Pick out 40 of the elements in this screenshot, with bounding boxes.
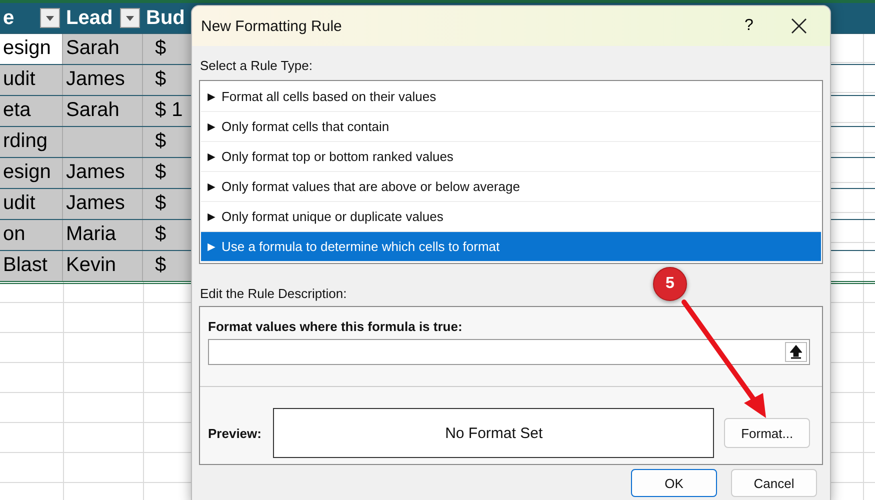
table-cell: eta [0,96,63,126]
table-cell: rding [0,127,63,157]
table-cell: Kevin [63,251,143,281]
dialog-button[interactable]: OK [631,469,717,497]
table-cell: Blast [0,251,63,281]
section-label: Edit the Rule Description: [200,286,348,301]
table-cell: James [63,158,143,188]
table-cell: udit [0,189,63,219]
table-cell: esign [0,158,63,188]
list-item[interactable]: ► Only format cells that contain [201,112,821,142]
table-cell: Sarah [63,34,143,64]
list-item[interactable]: ► Only format values that are above or below average [201,172,821,202]
dialog-button[interactable]: Cancel [731,469,817,497]
table-cell: udit [0,65,63,95]
column-header: Lead [66,6,113,30]
table-cell: Maria [63,220,143,250]
table-cell: James [63,65,143,95]
preview-label: Preview: [208,426,262,440]
upload-arrow-icon [790,345,802,359]
table-cell: Sarah [63,96,143,126]
table-cell: esign [0,34,63,64]
table-cell: James [63,189,143,219]
caret-icon [126,16,134,20]
list-item[interactable]: ► Use a formula to determine which cells to format [201,232,821,262]
column-header: e [3,6,14,30]
close-icon [791,18,807,34]
preview-text: No Format Set [445,424,543,442]
window-title: New Formatting Rule [201,18,343,34]
caret-icon [46,16,54,20]
column-header: Bud [146,6,185,30]
help-button[interactable]: ? [724,6,774,46]
field-label: Format values where this formula is true: [208,319,464,334]
list-item[interactable]: ► Only format top or bottom ranked values [201,142,821,172]
list-item[interactable]: ► Format all cells based on their values [201,82,821,112]
collapse-button[interactable] [785,342,807,362]
table-cell: on [0,220,63,250]
filter-dropdown-button[interactable] [120,8,140,28]
filter-dropdown-button[interactable] [40,8,60,28]
format-button[interactable]: Format... [724,418,810,448]
formula-field[interactable] [208,339,810,365]
